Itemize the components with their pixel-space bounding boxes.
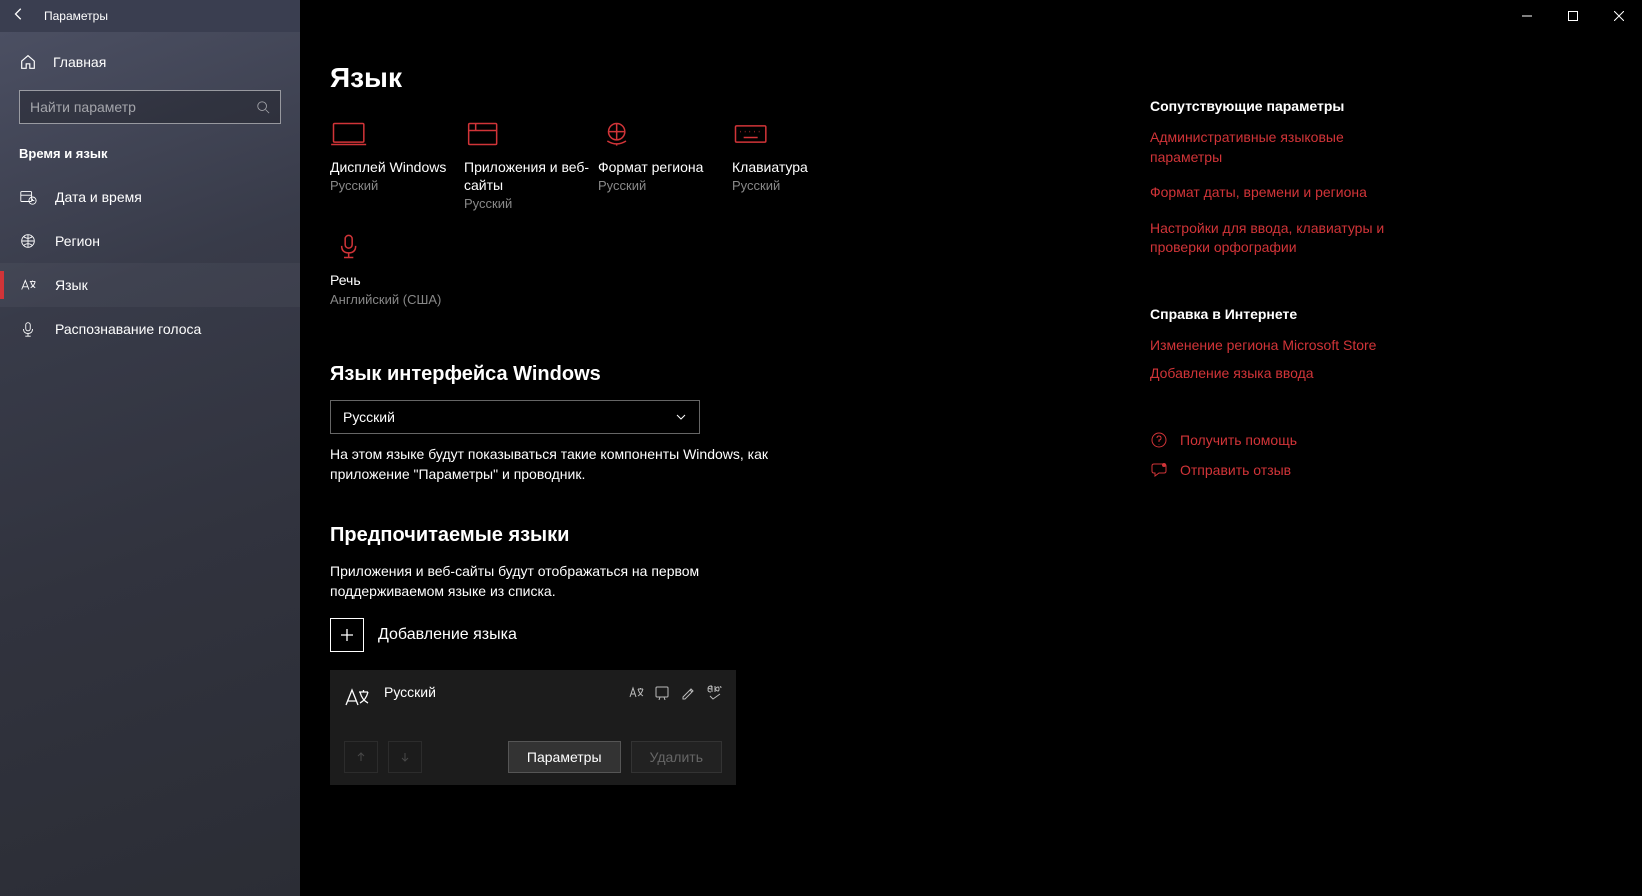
display-lang-feat-icon bbox=[628, 684, 644, 700]
tts-feat-icon bbox=[654, 684, 670, 700]
minimize-button[interactable] bbox=[1504, 0, 1550, 32]
tile-label: Речь bbox=[330, 271, 462, 289]
close-button[interactable] bbox=[1596, 0, 1642, 32]
microphone-icon bbox=[330, 233, 367, 261]
display-icon bbox=[330, 120, 367, 148]
web-help-heading: Справка в Интернете bbox=[1150, 306, 1430, 322]
add-input-language-link[interactable]: Добавление языка ввода bbox=[1150, 364, 1410, 384]
language-name: Русский bbox=[384, 684, 628, 700]
window-title: Параметры bbox=[44, 9, 108, 23]
nav-label: Дата и время bbox=[55, 189, 142, 205]
language-settings-button[interactable]: Параметры bbox=[508, 741, 621, 773]
tile-sub: Русский bbox=[464, 196, 596, 211]
language-item[interactable]: Русский Параметры Удалить bbox=[330, 670, 736, 785]
tile-label: Клавиатура bbox=[732, 158, 864, 176]
search-input[interactable] bbox=[30, 99, 256, 115]
titlebar: Параметры bbox=[0, 0, 1642, 32]
admin-language-settings-link[interactable]: Административные языковые параметры bbox=[1150, 128, 1410, 167]
tile-sub: Русский bbox=[598, 178, 730, 193]
tile-label: Формат региона bbox=[598, 158, 730, 176]
nav-date-time[interactable]: Дата и время bbox=[0, 175, 300, 219]
nav-region[interactable]: Регион bbox=[0, 219, 300, 263]
chevron-down-icon bbox=[675, 411, 687, 423]
language-remove-button: Удалить bbox=[631, 741, 722, 773]
add-language-label: Добавление языка bbox=[378, 626, 517, 644]
plus-icon bbox=[330, 618, 364, 652]
search-box[interactable] bbox=[19, 90, 281, 124]
nav-label: Регион bbox=[55, 233, 100, 249]
globe-stand-icon bbox=[598, 120, 635, 148]
nav-language[interactable]: Язык bbox=[0, 263, 300, 307]
move-down-button bbox=[388, 741, 422, 773]
nav-label: Распознавание голоса bbox=[55, 321, 201, 337]
page-title: Язык bbox=[330, 62, 1130, 94]
window-icon bbox=[464, 120, 501, 148]
tile-sub: Русский bbox=[330, 178, 462, 193]
move-up-button bbox=[344, 741, 378, 773]
back-button[interactable] bbox=[12, 7, 26, 26]
date-time-region-format-link[interactable]: Формат даты, времени и региона bbox=[1150, 183, 1410, 203]
change-store-region-link[interactable]: Изменение региона Microsoft Store bbox=[1150, 336, 1410, 356]
get-help-link[interactable]: Получить помощь bbox=[1150, 431, 1430, 449]
maximize-button[interactable] bbox=[1550, 0, 1596, 32]
related-settings-heading: Сопутствующие параметры bbox=[1150, 98, 1430, 114]
nav-speech[interactable]: Распознавание голоса bbox=[0, 307, 300, 351]
nav-label: Язык bbox=[55, 277, 88, 293]
globe-icon bbox=[19, 232, 37, 250]
tile-keyboard[interactable]: Клавиатура Русский bbox=[732, 120, 864, 211]
home-label: Главная bbox=[53, 54, 106, 70]
tile-speech[interactable]: Речь Английский (США) bbox=[330, 233, 462, 306]
give-feedback-link[interactable]: Отправить отзыв bbox=[1150, 461, 1430, 479]
calendar-clock-icon bbox=[19, 188, 37, 206]
typing-keyboard-spellcheck-link[interactable]: Настройки для ввода, клавиатуры и провер… bbox=[1150, 219, 1410, 258]
sidebar: Главная Время и язык Дата и время Регион bbox=[0, 32, 300, 896]
display-language-heading: Язык интерфейса Windows bbox=[330, 363, 1130, 386]
preferred-languages-desc: Приложения и веб-сайты будут отображатьс… bbox=[330, 561, 800, 602]
search-icon bbox=[256, 100, 270, 114]
tile-sub: Английский (США) bbox=[330, 292, 462, 307]
tile-display[interactable]: Дисплей Windows Русский bbox=[330, 120, 462, 211]
tile-region-format[interactable]: Формат региона Русский bbox=[598, 120, 730, 211]
language-char-icon bbox=[344, 684, 370, 715]
add-language-button[interactable]: Добавление языка bbox=[330, 618, 1130, 652]
tile-sub: Русский bbox=[732, 178, 864, 193]
dropdown-value: Русский bbox=[343, 409, 395, 425]
handwriting-feat-icon bbox=[680, 684, 696, 700]
preferred-languages-heading: Предпочитаемые языки bbox=[330, 524, 1130, 547]
help-icon bbox=[1150, 431, 1168, 449]
tile-label: Дисплей Windows bbox=[330, 158, 462, 176]
microphone-icon bbox=[19, 320, 37, 338]
tile-apps-websites[interactable]: Приложения и веб-сайты Русский bbox=[464, 120, 596, 211]
spellcheck-feat-icon bbox=[706, 684, 722, 700]
category-header: Время и язык bbox=[0, 146, 300, 175]
display-language-dropdown[interactable]: Русский bbox=[330, 400, 700, 434]
feedback-icon bbox=[1150, 461, 1168, 479]
keyboard-icon bbox=[732, 120, 769, 148]
display-language-helper: На этом языке будут показываться такие к… bbox=[330, 444, 800, 485]
language-icon bbox=[19, 276, 37, 294]
home-nav[interactable]: Главная bbox=[0, 54, 300, 90]
tile-label: Приложения и веб-сайты bbox=[464, 158, 596, 194]
